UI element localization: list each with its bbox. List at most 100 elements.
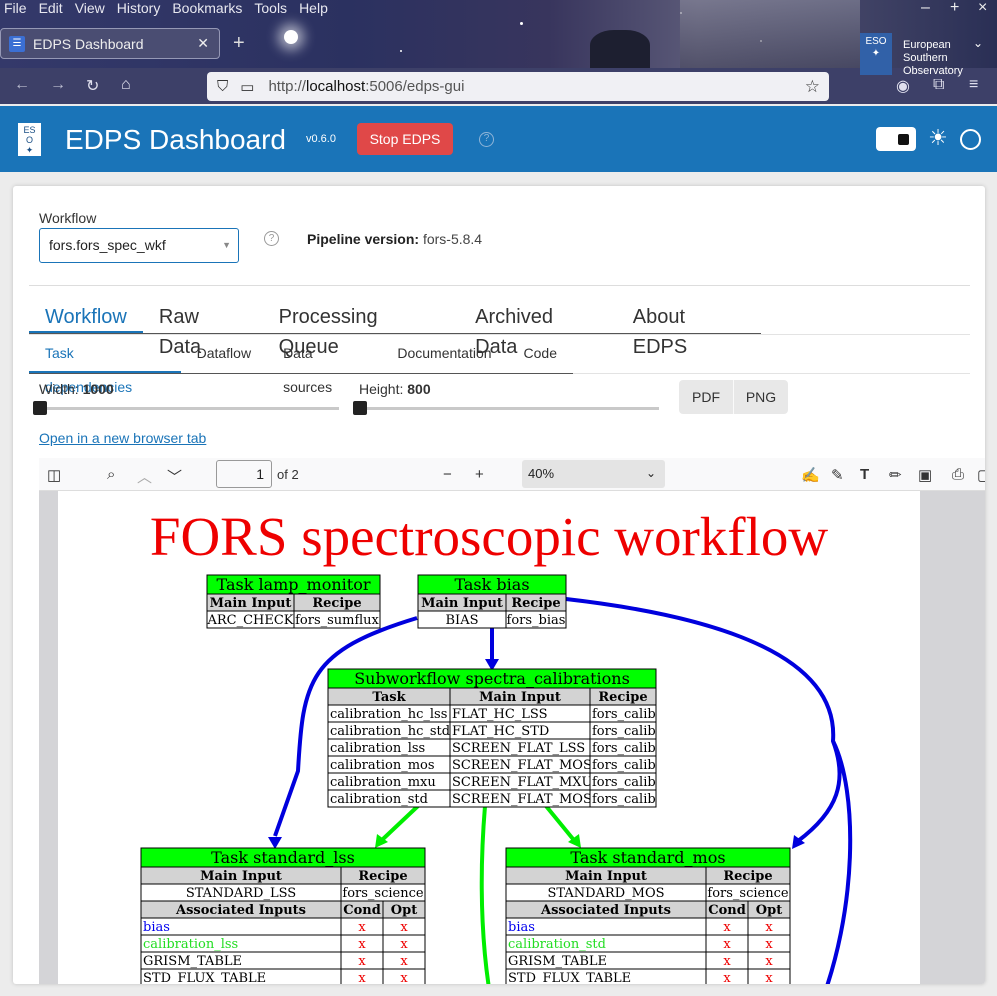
circle-icon[interactable] <box>960 129 981 150</box>
hamburger-menu-icon[interactable]: ≡ <box>969 76 978 94</box>
draw-icon[interactable]: ✏ <box>889 466 902 484</box>
pdf-toolbar: ◫ ⌕ ︿ ﹀ 1 of 2 − + 40% ⌄ ✍ ✎ T ✏ ▣ ⎙ ▢ <box>39 458 985 491</box>
maximize-icon[interactable]: + <box>950 0 959 16</box>
zoom-in-icon[interactable]: + <box>475 466 484 483</box>
width-slider-track[interactable] <box>39 407 339 410</box>
cond-mark: x <box>723 954 731 969</box>
menu-file[interactable]: File <box>0 0 35 16</box>
telescope-dome <box>680 0 860 68</box>
search-icon[interactable]: ⌕ <box>107 466 115 483</box>
column-header: Opt <box>391 903 417 918</box>
table-cell-text: calibration_lss <box>330 741 425 756</box>
sidebar-toggle-icon[interactable]: ◫ <box>47 466 61 484</box>
chevron-down-icon[interactable]: ﹀ <box>167 466 182 487</box>
zoom-select[interactable]: 40% ⌄ <box>522 460 665 488</box>
bookmark-star-icon[interactable]: ☆ <box>805 77 820 97</box>
column-header: Opt <box>756 903 782 918</box>
menu-tools[interactable]: Tools <box>250 0 295 16</box>
main-input-value: STANDARD_MOS <box>547 886 664 901</box>
tab-list-chevron-down-icon[interactable]: ⌄ <box>973 36 983 50</box>
reload-icon[interactable]: ↻ <box>86 76 99 96</box>
subtab-dataflow[interactable]: Dataflow <box>181 336 267 373</box>
associated-input: bias <box>508 920 535 935</box>
menu-history[interactable]: History <box>113 0 169 16</box>
subtab-documentation[interactable]: Documentation <box>381 336 507 373</box>
forward-arrow-icon[interactable]: → <box>50 76 66 94</box>
task-header-text: Subworkflow spectra_calibrations <box>354 669 630 688</box>
column-header: Associated Inputs <box>175 903 306 918</box>
account-icon[interactable]: ◉ <box>896 76 910 96</box>
main-tabs: Workflow Raw Data Processing Queue Archi… <box>29 302 761 358</box>
pipeline-version-label: Pipeline version: <box>307 231 420 247</box>
export-button-group: PDF PNG <box>679 380 788 414</box>
workflow-help-icon[interactable]: ? <box>264 231 279 246</box>
pdf-viewer-area[interactable]: FORS spectroscopic workflow Task lamp_mo… <box>39 491 985 984</box>
zoom-out-icon[interactable]: − <box>443 466 452 483</box>
extensions-icon[interactable]: ⧉ <box>933 76 944 94</box>
minimize-icon[interactable]: – <box>921 0 930 16</box>
menu-help[interactable]: Help <box>295 0 336 16</box>
chevron-up-icon[interactable]: ︿ <box>137 466 152 487</box>
width-slider-handle[interactable] <box>33 401 47 415</box>
home-icon[interactable]: ⌂ <box>121 76 131 94</box>
zoom-chevron-down-icon: ⌄ <box>645 466 656 480</box>
close-window-icon[interactable]: × <box>978 0 987 16</box>
image-icon[interactable]: ▣ <box>918 466 932 484</box>
tab-raw-data[interactable]: Raw Data <box>143 302 263 358</box>
table-cell-text: FLAT_HC_LSS <box>452 707 548 722</box>
height-slider-handle[interactable] <box>353 401 367 415</box>
tab-close-icon[interactable]: ✕ <box>197 35 209 52</box>
tab-favicon-icon: ☰ <box>9 35 25 52</box>
open-new-tab-link[interactable]: Open in a new browser tab <box>39 430 206 446</box>
table-cell-text: fors_calib <box>592 775 656 790</box>
column-header: Main Input <box>479 690 561 705</box>
tab-archived-data[interactable]: Archived Data <box>459 302 617 358</box>
column-header: Recipe <box>358 869 407 884</box>
app-version: v0.6.0 <box>306 133 336 145</box>
tab-processing-queue[interactable]: Processing Queue <box>263 302 460 358</box>
pdf-button[interactable]: PDF <box>679 380 733 414</box>
more-tools-icon[interactable]: ▢ <box>977 466 985 484</box>
table-cell-text: SCREEN_FLAT_MOS <box>452 792 592 807</box>
sky-star <box>400 50 402 52</box>
main-input-value: STANDARD_LSS <box>186 886 296 901</box>
tab-title: EDPS Dashboard <box>33 35 144 52</box>
subtab-task-dependencies[interactable]: Task dependencies <box>29 336 181 395</box>
table-cell-text: fors_calib <box>592 792 656 807</box>
cond-mark: x <box>723 971 731 984</box>
back-arrow-icon[interactable]: ← <box>14 76 30 94</box>
divider <box>29 285 970 286</box>
task-header-text: Task lamp_monitor <box>217 575 371 594</box>
print-icon[interactable]: ⎙ <box>952 466 964 483</box>
help-icon[interactable]: ? <box>479 132 494 147</box>
opt-mark: x <box>765 937 773 952</box>
table-cell-text: fors_calib <box>592 707 656 722</box>
subtab-code[interactable]: Code <box>508 336 573 373</box>
observatory-silhouette <box>590 30 650 68</box>
workflow-select[interactable]: fors.fors_spec_wkf ▼ <box>39 228 239 263</box>
theme-toggle[interactable] <box>876 127 916 151</box>
browser-tab[interactable]: ☰ EDPS Dashboard ✕ <box>0 28 220 59</box>
height-slider-track[interactable] <box>359 407 659 410</box>
table-cell-text: fors_calib <box>592 724 656 739</box>
tab-about-edps[interactable]: About EDPS <box>617 302 761 358</box>
shield-icon[interactable]: ⛉ <box>217 78 228 95</box>
page-info-icon[interactable]: ▭ <box>240 78 254 96</box>
url-bar[interactable]: ⛉ ▭ http://localhost:5006/edps-gui ☆ <box>207 72 829 101</box>
highlight-icon[interactable]: ✎ <box>831 466 844 484</box>
opt-mark: x <box>400 954 408 969</box>
sun-icon[interactable]: ☀ <box>927 127 949 149</box>
menu-edit[interactable]: Edit <box>35 0 71 16</box>
text-tool-icon[interactable]: T <box>860 466 869 483</box>
signature-icon[interactable]: ✍ <box>801 466 820 484</box>
pipeline-version: Pipeline version: fors-5.8.4 <box>307 231 482 247</box>
new-tab-icon[interactable]: + <box>233 32 245 55</box>
stop-edps-button[interactable]: Stop EDPS <box>357 123 453 155</box>
tab-workflow[interactable]: Workflow <box>29 302 143 333</box>
menu-bookmarks[interactable]: Bookmarks <box>168 0 250 16</box>
subtab-data-sources[interactable]: Data sources <box>267 336 381 395</box>
menu-view[interactable]: View <box>71 0 113 16</box>
png-button[interactable]: PNG <box>733 380 788 414</box>
page-number-input[interactable]: 1 <box>216 460 272 488</box>
table-cell-text: SCREEN_FLAT_MXU <box>452 775 593 790</box>
